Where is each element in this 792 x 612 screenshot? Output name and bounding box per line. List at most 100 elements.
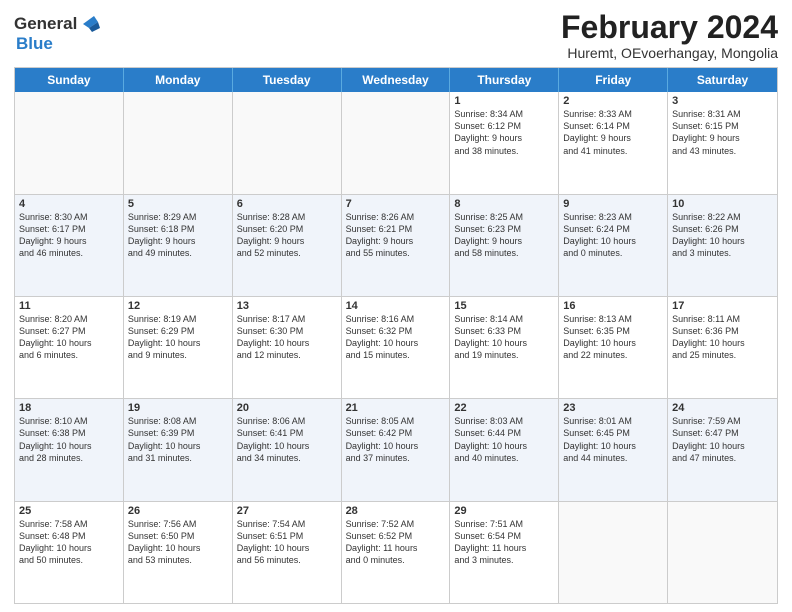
header: General Blue February 2024 Huremt, OEvoe… <box>14 10 778 61</box>
logo-bird-icon <box>78 14 100 34</box>
day-info: Sunrise: 8:11 AM Sunset: 6:36 PM Dayligh… <box>672 313 773 362</box>
day-number: 7 <box>346 198 446 210</box>
day-info: Sunrise: 8:28 AM Sunset: 6:20 PM Dayligh… <box>237 211 337 260</box>
title-section: February 2024 Huremt, OEvoerhangay, Mong… <box>561 10 778 61</box>
calendar-header-row: SundayMondayTuesdayWednesdayThursdayFrid… <box>15 68 777 92</box>
cal-cell-day-22: 22Sunrise: 8:03 AM Sunset: 6:44 PM Dayli… <box>450 399 559 500</box>
cal-cell-day-6: 6Sunrise: 8:28 AM Sunset: 6:20 PM Daylig… <box>233 195 342 296</box>
cal-cell-empty <box>15 92 124 193</box>
day-info: Sunrise: 8:05 AM Sunset: 6:42 PM Dayligh… <box>346 415 446 464</box>
day-number: 5 <box>128 198 228 210</box>
day-number: 14 <box>346 300 446 312</box>
day-info: Sunrise: 8:13 AM Sunset: 6:35 PM Dayligh… <box>563 313 663 362</box>
day-info: Sunrise: 8:26 AM Sunset: 6:21 PM Dayligh… <box>346 211 446 260</box>
page: General Blue February 2024 Huremt, OEvoe… <box>0 0 792 612</box>
cal-cell-day-8: 8Sunrise: 8:25 AM Sunset: 6:23 PM Daylig… <box>450 195 559 296</box>
cal-cell-empty <box>559 502 668 603</box>
day-info: Sunrise: 8:31 AM Sunset: 6:15 PM Dayligh… <box>672 108 773 157</box>
cal-cell-day-15: 15Sunrise: 8:14 AM Sunset: 6:33 PM Dayli… <box>450 297 559 398</box>
cal-cell-day-17: 17Sunrise: 8:11 AM Sunset: 6:36 PM Dayli… <box>668 297 777 398</box>
cal-cell-day-1: 1Sunrise: 8:34 AM Sunset: 6:12 PM Daylig… <box>450 92 559 193</box>
cal-header-thursday: Thursday <box>450 68 559 92</box>
day-number: 18 <box>19 402 119 414</box>
cal-cell-day-4: 4Sunrise: 8:30 AM Sunset: 6:17 PM Daylig… <box>15 195 124 296</box>
day-info: Sunrise: 8:34 AM Sunset: 6:12 PM Dayligh… <box>454 108 554 157</box>
calendar-week-3: 11Sunrise: 8:20 AM Sunset: 6:27 PM Dayli… <box>15 297 777 399</box>
cal-cell-day-28: 28Sunrise: 7:52 AM Sunset: 6:52 PM Dayli… <box>342 502 451 603</box>
main-title: February 2024 <box>561 10 778 45</box>
cal-cell-day-21: 21Sunrise: 8:05 AM Sunset: 6:42 PM Dayli… <box>342 399 451 500</box>
day-number: 20 <box>237 402 337 414</box>
cal-cell-empty <box>124 92 233 193</box>
cal-cell-day-18: 18Sunrise: 8:10 AM Sunset: 6:38 PM Dayli… <box>15 399 124 500</box>
cal-header-saturday: Saturday <box>668 68 777 92</box>
day-info: Sunrise: 7:56 AM Sunset: 6:50 PM Dayligh… <box>128 518 228 567</box>
cal-cell-day-16: 16Sunrise: 8:13 AM Sunset: 6:35 PM Dayli… <box>559 297 668 398</box>
day-number: 8 <box>454 198 554 210</box>
cal-header-friday: Friday <box>559 68 668 92</box>
logo-general-text: General <box>14 14 77 34</box>
day-number: 25 <box>19 505 119 517</box>
day-info: Sunrise: 7:51 AM Sunset: 6:54 PM Dayligh… <box>454 518 554 567</box>
cal-cell-empty <box>342 92 451 193</box>
cal-header-tuesday: Tuesday <box>233 68 342 92</box>
day-number: 3 <box>672 95 773 107</box>
day-number: 27 <box>237 505 337 517</box>
cal-header-wednesday: Wednesday <box>342 68 451 92</box>
cal-cell-day-5: 5Sunrise: 8:29 AM Sunset: 6:18 PM Daylig… <box>124 195 233 296</box>
day-number: 4 <box>19 198 119 210</box>
day-info: Sunrise: 7:59 AM Sunset: 6:47 PM Dayligh… <box>672 415 773 464</box>
day-number: 23 <box>563 402 663 414</box>
calendar: SundayMondayTuesdayWednesdayThursdayFrid… <box>14 67 778 604</box>
day-number: 10 <box>672 198 773 210</box>
cal-cell-day-10: 10Sunrise: 8:22 AM Sunset: 6:26 PM Dayli… <box>668 195 777 296</box>
day-info: Sunrise: 8:06 AM Sunset: 6:41 PM Dayligh… <box>237 415 337 464</box>
day-info: Sunrise: 8:03 AM Sunset: 6:44 PM Dayligh… <box>454 415 554 464</box>
day-info: Sunrise: 8:29 AM Sunset: 6:18 PM Dayligh… <box>128 211 228 260</box>
day-number: 1 <box>454 95 554 107</box>
day-number: 29 <box>454 505 554 517</box>
calendar-week-5: 25Sunrise: 7:58 AM Sunset: 6:48 PM Dayli… <box>15 502 777 603</box>
day-number: 19 <box>128 402 228 414</box>
day-number: 22 <box>454 402 554 414</box>
day-number: 6 <box>237 198 337 210</box>
cal-cell-day-2: 2Sunrise: 8:33 AM Sunset: 6:14 PM Daylig… <box>559 92 668 193</box>
cal-cell-day-20: 20Sunrise: 8:06 AM Sunset: 6:41 PM Dayli… <box>233 399 342 500</box>
cal-cell-day-23: 23Sunrise: 8:01 AM Sunset: 6:45 PM Dayli… <box>559 399 668 500</box>
sub-title: Huremt, OEvoerhangay, Mongolia <box>561 45 778 61</box>
day-info: Sunrise: 8:22 AM Sunset: 6:26 PM Dayligh… <box>672 211 773 260</box>
day-number: 12 <box>128 300 228 312</box>
cal-cell-empty <box>233 92 342 193</box>
day-info: Sunrise: 8:17 AM Sunset: 6:30 PM Dayligh… <box>237 313 337 362</box>
day-info: Sunrise: 7:54 AM Sunset: 6:51 PM Dayligh… <box>237 518 337 567</box>
day-info: Sunrise: 8:08 AM Sunset: 6:39 PM Dayligh… <box>128 415 228 464</box>
day-info: Sunrise: 7:52 AM Sunset: 6:52 PM Dayligh… <box>346 518 446 567</box>
calendar-body: 1Sunrise: 8:34 AM Sunset: 6:12 PM Daylig… <box>15 92 777 603</box>
day-number: 28 <box>346 505 446 517</box>
cal-cell-day-19: 19Sunrise: 8:08 AM Sunset: 6:39 PM Dayli… <box>124 399 233 500</box>
logo-blue-text: Blue <box>16 34 53 53</box>
cal-cell-day-9: 9Sunrise: 8:23 AM Sunset: 6:24 PM Daylig… <box>559 195 668 296</box>
cal-cell-day-24: 24Sunrise: 7:59 AM Sunset: 6:47 PM Dayli… <box>668 399 777 500</box>
day-info: Sunrise: 8:14 AM Sunset: 6:33 PM Dayligh… <box>454 313 554 362</box>
cal-cell-day-26: 26Sunrise: 7:56 AM Sunset: 6:50 PM Dayli… <box>124 502 233 603</box>
day-number: 24 <box>672 402 773 414</box>
cal-cell-day-27: 27Sunrise: 7:54 AM Sunset: 6:51 PM Dayli… <box>233 502 342 603</box>
day-info: Sunrise: 8:23 AM Sunset: 6:24 PM Dayligh… <box>563 211 663 260</box>
cal-cell-day-29: 29Sunrise: 7:51 AM Sunset: 6:54 PM Dayli… <box>450 502 559 603</box>
day-number: 2 <box>563 95 663 107</box>
calendar-week-1: 1Sunrise: 8:34 AM Sunset: 6:12 PM Daylig… <box>15 92 777 194</box>
day-number: 26 <box>128 505 228 517</box>
day-info: Sunrise: 8:19 AM Sunset: 6:29 PM Dayligh… <box>128 313 228 362</box>
day-number: 13 <box>237 300 337 312</box>
day-info: Sunrise: 8:30 AM Sunset: 6:17 PM Dayligh… <box>19 211 119 260</box>
cal-cell-day-7: 7Sunrise: 8:26 AM Sunset: 6:21 PM Daylig… <box>342 195 451 296</box>
day-number: 9 <box>563 198 663 210</box>
day-number: 15 <box>454 300 554 312</box>
day-number: 17 <box>672 300 773 312</box>
cal-cell-day-11: 11Sunrise: 8:20 AM Sunset: 6:27 PM Dayli… <box>15 297 124 398</box>
cal-cell-day-12: 12Sunrise: 8:19 AM Sunset: 6:29 PM Dayli… <box>124 297 233 398</box>
day-number: 16 <box>563 300 663 312</box>
day-number: 11 <box>19 300 119 312</box>
cal-cell-day-14: 14Sunrise: 8:16 AM Sunset: 6:32 PM Dayli… <box>342 297 451 398</box>
